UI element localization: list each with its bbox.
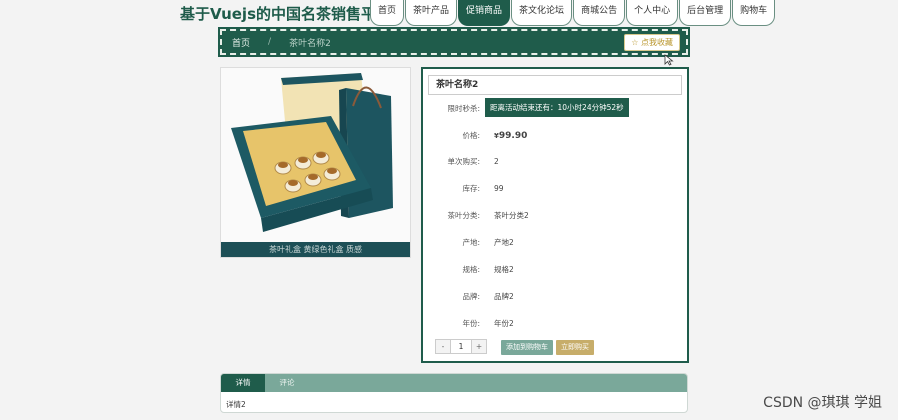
price-label: 价格: [462, 131, 480, 140]
watermark: CSDN @琪琪 学姐 [763, 395, 882, 411]
breadcrumb-home[interactable]: 首页 [232, 36, 250, 49]
field-value-stock: 99 [494, 184, 504, 193]
favorite-button[interactable]: ☆ 点我收藏 [624, 34, 680, 51]
nav-tea-forum[interactable]: 茶文化论坛 [511, 0, 573, 26]
tab-comments[interactable]: 评论 [265, 374, 309, 392]
field-label-spec: 规格: [462, 265, 480, 274]
product-name: 茶叶名称2 [428, 75, 682, 95]
flash-sale-label: 限时秒杀: [447, 104, 480, 113]
field-label-year: 年份: [462, 319, 480, 328]
site-title: 基于Vuejs的中国名茶销售平台 [180, 5, 391, 23]
nav-promotions[interactable]: 促销商品 [458, 0, 511, 26]
qty-input[interactable]: 1 [450, 340, 472, 353]
countdown-timer: 距离活动结束还有：10小时24分钟52秒 [485, 98, 629, 117]
quantity-stepper: - 1 + [435, 339, 487, 354]
field-row: 单次购买: 2 [423, 155, 687, 169]
field-value-spec: 规格2 [494, 265, 514, 274]
main-nav: 首页 茶叶产品 促销商品 茶文化论坛 商城公告 个人中心 后台管理 购物车 [370, 0, 776, 26]
tab-details[interactable]: 详情 [221, 374, 265, 392]
price-row: 价格: ¥99.90 [423, 129, 687, 143]
tea-gift-box-illustration [221, 68, 410, 244]
add-to-cart-button[interactable]: 添加到购物车 [501, 340, 553, 355]
field-label-purchase-limit: 单次购买: [447, 157, 480, 166]
field-label-category: 茶叶分类: [447, 211, 480, 220]
nav-personal-center[interactable]: 个人中心 [626, 0, 679, 26]
field-label-origin: 产地: [462, 238, 480, 247]
field-value-origin: 产地2 [494, 238, 514, 247]
field-label-brand: 品牌: [462, 292, 480, 301]
field-value-year: 年份2 [494, 319, 514, 328]
nav-admin[interactable]: 后台管理 [679, 0, 732, 26]
field-value-brand: 品牌2 [494, 292, 514, 301]
image-caption: 茶叶礼盒 黄绿色礼盒 质感 [221, 242, 410, 257]
breadcrumb-current: 茶叶名称2 [289, 38, 331, 49]
breadcrumb: 首页 / 茶叶名称2 ☆ 点我收藏 [218, 27, 690, 57]
field-row: 库存: 99 [423, 182, 687, 196]
field-row: 产地: 产地2 [423, 236, 687, 250]
tab-header: 详情 评论 [221, 374, 687, 392]
field-row: 规格: 规格2 [423, 263, 687, 277]
price-amount: 99.90 [498, 131, 528, 141]
buy-now-button[interactable]: 立即购买 [556, 340, 594, 355]
nav-tea-products[interactable]: 茶叶产品 [405, 0, 458, 26]
qty-decrease-button[interactable]: - [436, 340, 450, 353]
nav-announcements[interactable]: 商城公告 [573, 0, 626, 26]
breadcrumb-separator: / [268, 37, 272, 47]
price-value: ¥99.90 [494, 129, 527, 143]
product-image: 茶叶礼盒 黄绿色礼盒 质感 [220, 67, 411, 258]
field-row: 品牌: 品牌2 [423, 290, 687, 304]
field-value-purchase-limit: 2 [494, 157, 499, 166]
tab-content: 详情2 [226, 400, 246, 409]
field-row: 年份: 年份2 [423, 317, 687, 331]
detail-tabs: 详情 评论 详情2 [220, 373, 688, 413]
field-value-category: 茶叶分类2 [494, 211, 529, 220]
field-row: 茶叶分类: 茶叶分类2 [423, 209, 687, 223]
field-label-stock: 库存: [462, 184, 480, 193]
product-detail-panel: 茶叶名称2 限时秒杀: 距离活动结束还有：10小时24分钟52秒 价格: ¥99… [421, 67, 689, 363]
mouse-cursor-icon [664, 54, 674, 66]
qty-increase-button[interactable]: + [472, 340, 486, 353]
nav-cart[interactable]: 购物车 [732, 0, 776, 26]
nav-home[interactable]: 首页 [370, 0, 405, 26]
